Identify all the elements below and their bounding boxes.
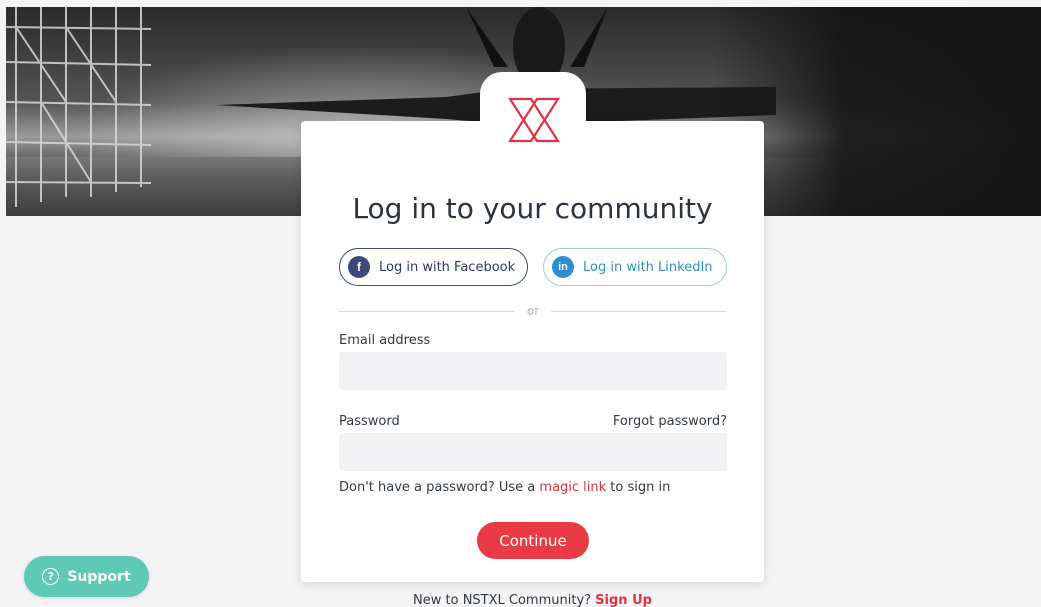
continue-button[interactable]: Continue xyxy=(477,522,589,559)
help-circle-icon: ? xyxy=(42,568,60,585)
email-field[interactable] xyxy=(339,352,727,390)
password-field[interactable] xyxy=(339,433,727,471)
email-label: Email address xyxy=(339,333,431,348)
signup-text: New to NSTXL Community? Sign Up xyxy=(301,593,764,607)
or-divider: or xyxy=(339,304,727,319)
signup-prefix: New to NSTXL Community? xyxy=(413,593,596,607)
password-label: Password xyxy=(339,414,400,429)
divider-line-right xyxy=(551,311,727,312)
x-logo-icon xyxy=(507,97,561,143)
magic-link-prefix: Don't have a password? Use a xyxy=(339,480,540,495)
magic-link-suffix: to sign in xyxy=(606,480,671,495)
forgot-password-link[interactable]: Forgot password? xyxy=(560,414,727,429)
page-title: Log in to your community xyxy=(352,192,713,225)
linkedin-login-label: Log in with LinkedIn xyxy=(583,259,713,275)
scaffold-graphic xyxy=(6,7,151,207)
magic-link[interactable]: magic link xyxy=(539,480,606,495)
support-button[interactable]: ? Support xyxy=(24,556,149,597)
linkedin-login-button[interactable]: in Log in with LinkedIn xyxy=(543,248,727,286)
facebook-icon: f xyxy=(348,256,370,278)
support-label: Support xyxy=(67,568,131,585)
facebook-login-label: Log in with Facebook xyxy=(379,259,516,275)
facebook-login-button[interactable]: f Log in with Facebook xyxy=(339,248,528,286)
signup-link[interactable]: Sign Up xyxy=(595,593,652,607)
magic-link-text: Don't have a password? Use a magic link … xyxy=(339,480,670,495)
linkedin-icon: in xyxy=(552,256,574,278)
